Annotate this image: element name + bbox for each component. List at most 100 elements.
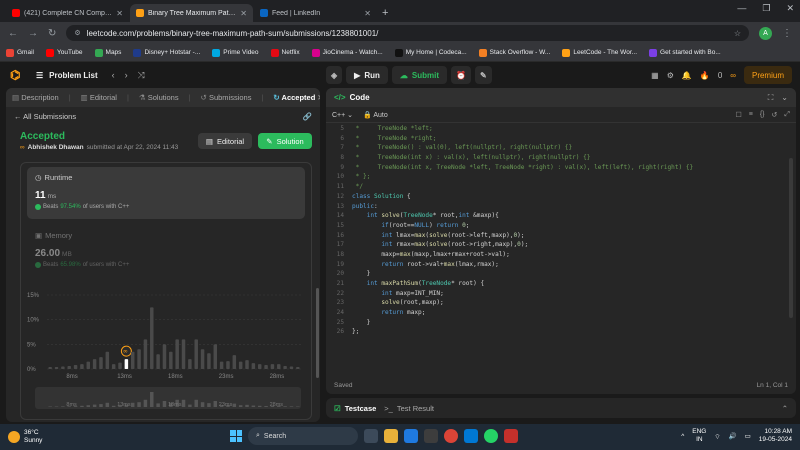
edge-icon[interactable] (404, 429, 418, 443)
line-number: 19 (336, 260, 344, 268)
bookmark-item[interactable]: JioCinema - Watch... (311, 48, 383, 57)
bar (238, 361, 243, 369)
left-scrollbar[interactable] (316, 288, 319, 378)
menu-icon[interactable]: ⋮ (782, 28, 792, 39)
minimize-icon[interactable]: — (737, 3, 746, 14)
browser-tab[interactable]: Feed | LinkedIn ✕ (254, 4, 377, 22)
left-tab-solutions[interactable]: ⚗ Solutions (139, 93, 179, 102)
shuffle-icon[interactable]: ⤨ (138, 70, 145, 81)
bookmark-item[interactable]: Disney+ Hotstar -... (133, 48, 200, 57)
close-tab-icon[interactable]: ✕ (317, 93, 320, 102)
maximize-icon[interactable]: ❐ (762, 3, 770, 14)
memory-box[interactable]: ▣ Memory 26.00 MB Beats 65.98% of users w… (35, 231, 129, 268)
debug-icon[interactable]: ◈ (326, 66, 343, 84)
code-editor[interactable]: 5 * TreeNode *left; 6 * TreeNode *right; 7… (326, 124, 796, 374)
user-avatar-icon[interactable]: ∞ (730, 71, 736, 80)
problem-list-button[interactable]: ☰ Problem List (36, 71, 98, 80)
bookmark-star-icon[interactable]: ☆ (734, 29, 741, 38)
braces-icon[interactable]: {} (760, 111, 765, 119)
reload-icon[interactable]: ↻ (48, 28, 56, 39)
bookmark-item[interactable]: Netflix (270, 48, 300, 57)
volume-icon[interactable]: 🔊 (729, 432, 737, 440)
reset-icon[interactable]: ↺ (772, 111, 778, 119)
close-window-icon[interactable]: ✕ (786, 3, 794, 14)
bookmark-item[interactable]: LeetCode - The Wor... (562, 48, 637, 57)
leetcode-logo-icon[interactable]: ⌬ (10, 68, 24, 82)
overview-tick-label: 23ms (219, 402, 233, 408)
vscode-icon[interactable] (464, 429, 478, 443)
app-icon[interactable] (424, 429, 438, 443)
language-select[interactable]: C++ ⌄ (332, 111, 353, 119)
prev-problem-icon[interactable]: ‹ (112, 70, 115, 81)
file-explorer-icon[interactable] (384, 429, 398, 443)
bookmark-icon[interactable]: ☐ (735, 111, 741, 119)
forward-icon[interactable]: → (28, 28, 38, 39)
expand-icon[interactable]: ⌃ (782, 404, 788, 413)
bookmark-item[interactable]: Stack Overflow - W... (478, 48, 550, 57)
test-result-tab[interactable]: >_ Test Result (384, 404, 434, 413)
solution-button[interactable]: ✎ Solution (258, 133, 312, 149)
y-tick-label: 10% (27, 318, 40, 324)
new-tab-button[interactable]: + (382, 4, 388, 22)
notification-icon[interactable]: 🔔 (682, 71, 692, 80)
left-tab-submissions[interactable]: ↺ Submissions (201, 93, 252, 102)
line-source: * TreeNode(int x, TreeNode *left, TreeNo… (352, 163, 694, 171)
code-scrollbar[interactable] (789, 158, 793, 318)
wifi-icon[interactable]: ⌔ (714, 432, 720, 441)
all-submissions-link[interactable]: ← All Submissions (14, 112, 76, 121)
notes-icon[interactable]: ✎ (474, 66, 492, 84)
input-language[interactable]: ENG IN (692, 428, 706, 444)
browser-tab[interactable]: (421) Complete CN Computer N ✕ (6, 4, 129, 22)
bookmark-item[interactable]: Maps (94, 48, 121, 57)
tray-chevron-icon[interactable]: ^ (681, 433, 684, 440)
premium-button[interactable]: Premium (743, 66, 792, 84)
windows-start-icon[interactable] (230, 430, 242, 442)
next-problem-icon[interactable]: › (125, 70, 128, 81)
fullscreen-icon[interactable]: ⛶ (768, 93, 774, 103)
timer-icon[interactable]: ⏰ (450, 66, 471, 84)
url-bar[interactable]: ⚙ leetcode.com/problems/binary-tree-maxi… (66, 25, 749, 41)
browser-tab[interactable]: Binary Tree Maximum Path Sum ✕ (130, 4, 253, 22)
submit-button[interactable]: ☁ Submit (391, 66, 447, 84)
maximize-editor-icon[interactable]: ⤢ (784, 111, 790, 119)
bookmark-item[interactable]: My Home | Codeca... (394, 48, 467, 57)
line-source: } (352, 270, 371, 278)
acrobat-icon[interactable] (504, 429, 518, 443)
back-icon[interactable]: ← (8, 28, 18, 39)
line-number: 7 (340, 144, 344, 152)
task-view-icon[interactable] (364, 429, 378, 443)
format-icon[interactable]: ≡ (749, 111, 753, 119)
runtime-distribution-chart[interactable]: 15% 10% 5% 0% ∞ 8ms 13ms 18ms 23ms 28ms 8ms 13ms 18m… (25, 283, 311, 415)
lang-code: ENG (692, 428, 707, 435)
taskbar-search[interactable]: ⌕ Search (248, 427, 358, 445)
collapse-icon[interactable]: ⌄ (781, 93, 788, 103)
battery-icon[interactable]: ▭ (745, 432, 751, 440)
x-tick-label: 23ms (219, 374, 234, 380)
line-number: 16 (336, 231, 344, 239)
clock[interactable]: 10:28 AM 19-05-2024 (759, 428, 792, 444)
runtime-box[interactable]: ◷ Runtime 11 ms Beats 97.54% of users wit… (27, 167, 305, 219)
bookmark-item[interactable]: Gmail (6, 48, 34, 57)
run-button[interactable]: ▶ Run (346, 66, 388, 84)
bookmark-item[interactable]: Prime Video (212, 48, 259, 57)
chrome-icon[interactable] (444, 429, 458, 443)
submitter-name[interactable]: Abhishek Dhawan (28, 144, 84, 151)
whatsapp-icon[interactable] (484, 429, 498, 443)
weather-widget[interactable]: 36°C Sunny (8, 429, 42, 445)
bar (80, 364, 84, 369)
editorial-button[interactable]: ▤ Editorial (198, 133, 252, 149)
close-tab-icon[interactable]: ✕ (240, 9, 247, 18)
close-tab-icon[interactable]: ✕ (116, 9, 123, 18)
left-tab-editorial[interactable]: ▥ Editorial (81, 93, 117, 102)
site-info-icon[interactable]: ⚙ (74, 29, 80, 37)
left-tab-accepted[interactable]: ↻ Accepted ✕ (273, 93, 320, 102)
left-tab-description[interactable]: ▤ Description (12, 93, 59, 102)
layout-icon[interactable]: ▦ (651, 71, 659, 80)
settings-icon[interactable]: ⚙ (667, 71, 674, 80)
bookmark-item[interactable]: YouTube (45, 48, 83, 57)
share-link-icon[interactable]: 🔗 (303, 112, 312, 121)
bookmark-item[interactable]: Get started with Bo... (649, 48, 721, 57)
profile-avatar[interactable]: A (759, 26, 772, 40)
close-tab-icon[interactable]: ✕ (364, 9, 371, 18)
testcase-tab[interactable]: ☑ Testcase (334, 404, 376, 413)
